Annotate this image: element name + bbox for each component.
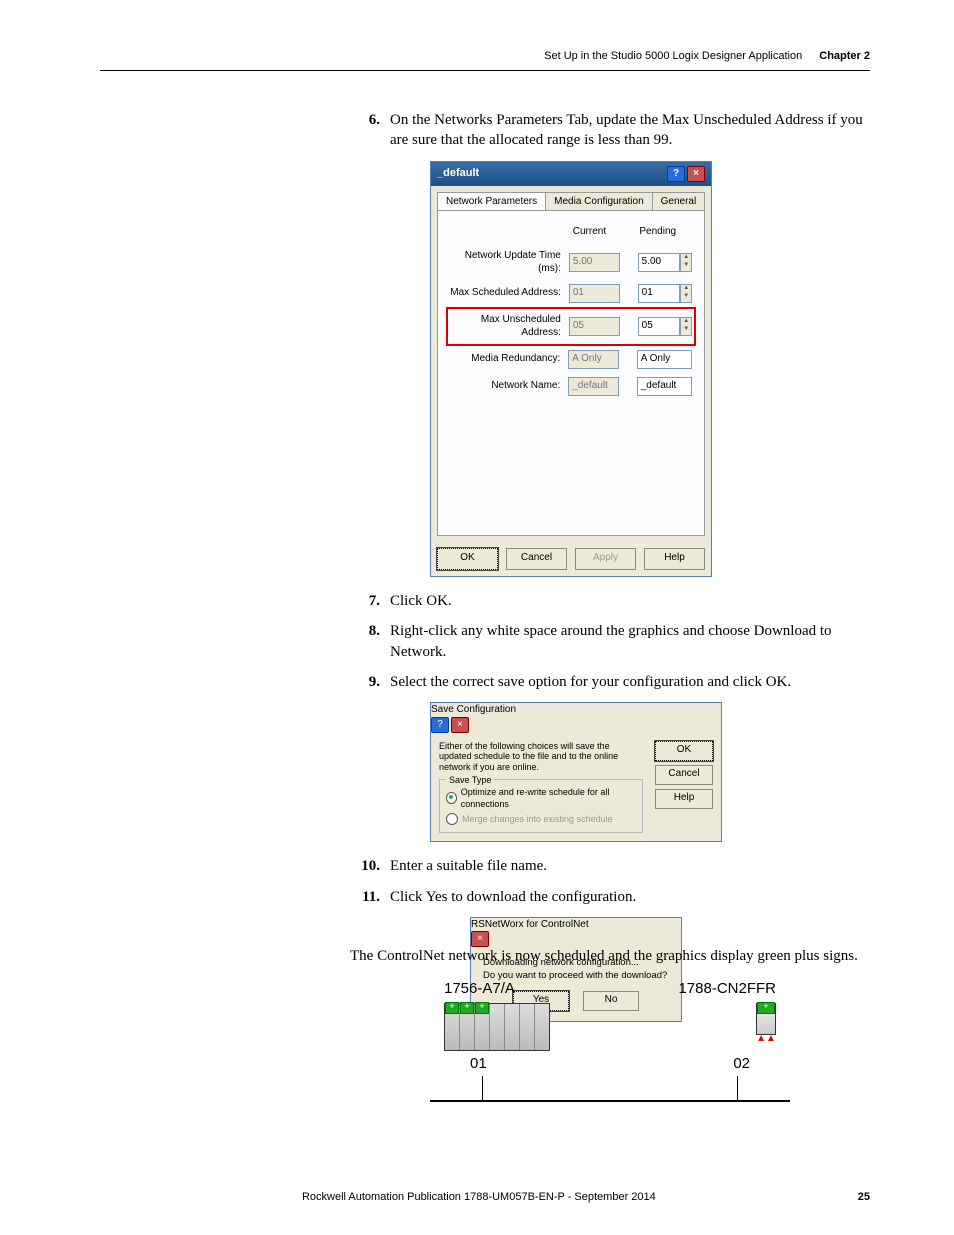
mua-pending[interactable]: 05 [638, 317, 681, 336]
dialog-save-configuration: Save Configuration ? × Either of the fol… [430, 702, 722, 842]
mua-current: 05 [569, 317, 620, 336]
label-mua: Max Unscheduled Address: [450, 313, 569, 340]
tab-general[interactable]: General [652, 192, 706, 211]
cancel-button[interactable]: Cancel [655, 765, 713, 785]
step-8-text: Right-click any white space around the g… [390, 623, 832, 659]
dialog-title: Save Configuration [431, 704, 516, 715]
titlebar: Save Configuration ? × [431, 703, 721, 733]
close-icon[interactable]: × [451, 717, 469, 733]
label-msa: Max Scheduled Address: [450, 286, 569, 300]
step-10-text: Enter a suitable file name. [390, 858, 547, 874]
col-pending: Pending [639, 225, 692, 239]
row-max-unscheduled: Max Unscheduled Address: 05 05 ▲▼ [450, 311, 692, 342]
cancel-button[interactable]: Cancel [506, 548, 567, 570]
step-6-text: On the Networks Parameters Tab, update t… [390, 112, 863, 148]
radio-icon [446, 792, 457, 804]
step-number: 8. [350, 621, 380, 641]
network-graphic: 1756-A7/A 1788-CN2FFR ▲▲ [430, 980, 790, 1102]
step-11-text: Click Yes to download the configuration. [390, 889, 636, 905]
step-number: 11. [350, 887, 380, 907]
rack-graphic [444, 1003, 550, 1051]
help-button[interactable]: Help [655, 789, 713, 809]
module-graphic [756, 1003, 776, 1035]
spinner[interactable]: ▲▼ [680, 284, 692, 303]
node-id-1: 01 [470, 1055, 487, 1072]
ok-button[interactable]: OK [655, 741, 713, 761]
step-number: 6. [350, 110, 380, 130]
header-rule [100, 70, 870, 71]
radio-optimize[interactable]: Optimize and re-write schedule for all c… [446, 786, 636, 810]
nut-pending[interactable]: 5.00 [638, 253, 681, 272]
tab-media-configuration[interactable]: Media Configuration [545, 192, 653, 211]
dialog-title: _default [437, 166, 479, 181]
ok-button[interactable]: OK [437, 548, 498, 570]
dialog-network-parameters: _default ? × Network Parameters Media Co… [430, 161, 712, 578]
msa-pending[interactable]: 01 [638, 284, 681, 303]
red-triangle-icon: ▲▲ [756, 1037, 776, 1041]
col-current: Current [573, 225, 626, 239]
msa-current: 01 [569, 284, 620, 303]
tab-network-parameters[interactable]: Network Parameters [437, 192, 546, 211]
nn-pending[interactable]: _default [637, 377, 692, 396]
label-media-redundancy: Media Redundancy: [450, 352, 568, 366]
apply-button: Apply [575, 548, 636, 570]
tab-panel: Current Pending Network Update Time (ms)… [437, 210, 705, 536]
node-id-2: 02 [733, 1055, 750, 1072]
spinner[interactable]: ▲▼ [680, 253, 692, 272]
footer-publication: Rockwell Automation Publication 1788-UM0… [302, 1191, 656, 1203]
spinner[interactable]: ▲▼ [680, 317, 692, 336]
mr-current: A Only [568, 350, 619, 369]
device-label-2: 1788-CN2FFR [678, 980, 776, 997]
header-chapter: Chapter 2 [819, 50, 870, 62]
help-button[interactable]: Help [644, 548, 705, 570]
device-label-1: 1756-A7/A [444, 980, 515, 997]
label-network-name: Network Name: [450, 379, 568, 393]
step-number: 9. [350, 672, 380, 692]
help-icon[interactable]: ? [667, 166, 685, 182]
dialog-title: RSNetWorx for ControlNet [471, 919, 589, 930]
dialog-intro: Either of the following choices will sav… [439, 741, 619, 773]
page-number: 25 [858, 1191, 870, 1203]
help-icon[interactable]: ? [431, 717, 449, 733]
step-9-text: Select the correct save option for your … [390, 674, 791, 690]
running-header: Set Up in the Studio 5000 Logix Designer… [544, 50, 870, 62]
titlebar: _default ? × [431, 162, 711, 186]
radio-merge: Merge changes into existing schedule [446, 813, 636, 825]
label-nut: Network Update Time (ms): [450, 249, 569, 276]
nut-current: 5.00 [569, 253, 620, 272]
mr-pending[interactable]: A Only [637, 350, 692, 369]
nn-current: _default [568, 377, 619, 396]
header-section: Set Up in the Studio 5000 Logix Designer… [544, 50, 802, 62]
close-icon[interactable]: × [687, 166, 705, 182]
group-legend: Save Type [446, 774, 494, 786]
radio-merge-label: Merge changes into existing schedule [462, 813, 613, 825]
radio-optimize-label: Optimize and re-write schedule for all c… [461, 786, 636, 810]
step-number: 7. [350, 591, 380, 611]
radio-icon [446, 813, 458, 825]
step-7-text: Click OK. [390, 593, 452, 609]
outro-text: The ControlNet network is now scheduled … [350, 946, 870, 966]
step-number: 10. [350, 856, 380, 876]
